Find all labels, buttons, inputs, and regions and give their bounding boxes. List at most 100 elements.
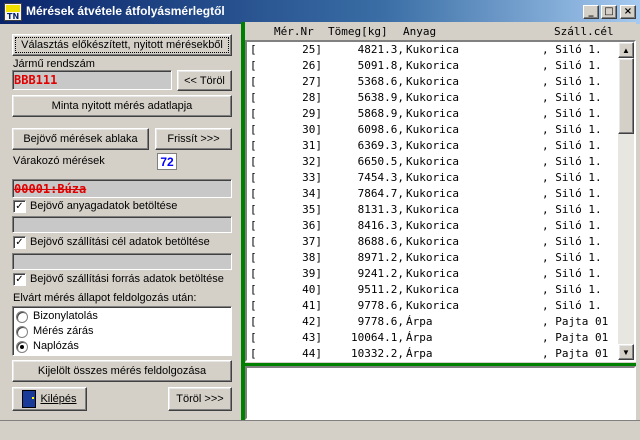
- row-material: Kukorica: [406, 43, 459, 56]
- list-row[interactable]: [39] 9241.2, Kukorica , Siló 1.: [248, 266, 618, 282]
- row-dest: , Siló 1.: [542, 219, 602, 232]
- radio-logging[interactable]: [16, 341, 28, 353]
- list-row[interactable]: [35] 8131.3, Kukorica , Siló 1.: [248, 202, 618, 218]
- row-nr: 36]: [302, 219, 322, 232]
- list-row[interactable]: [38] 8971.2, Kukorica , Siló 1.: [248, 250, 618, 266]
- list-row[interactable]: [40] 9511.2, Kukorica , Siló 1.: [248, 282, 618, 298]
- scroll-thumb[interactable]: [618, 58, 634, 134]
- source-load-label: Bejövő szállítási forrás adatok betöltés…: [30, 273, 224, 285]
- row-dest: , Siló 1.: [542, 91, 602, 104]
- waiting-label: Várakozó mérések: [13, 155, 105, 167]
- list-row[interactable]: [26] 5091.8, Kukorica , Siló 1.: [248, 58, 618, 74]
- refresh-button[interactable]: Frissít >>>: [155, 128, 232, 150]
- app-icon-text: TN: [7, 12, 20, 21]
- source-load-checkbox[interactable]: ✓: [13, 273, 26, 286]
- row-weight: 9241.2,: [357, 267, 404, 280]
- scroll-up-button[interactable]: ▲: [618, 42, 634, 58]
- clear-plate-button[interactable]: << Töröl: [177, 70, 232, 91]
- measurement-list[interactable]: [25] 4821.3, Kukorica, Siló 1.[26] 5091.8, K…: [248, 42, 618, 360]
- destination-load-checkbox[interactable]: ✓: [13, 236, 26, 249]
- plate-field[interactable]: BBB111: [12, 70, 172, 90]
- radio-invoice-label: Bizonylatolás: [33, 310, 98, 322]
- app-icon[interactable]: TN: [4, 3, 22, 21]
- row-dest: , Siló 1.: [542, 267, 602, 280]
- row-material: Kukorica: [406, 219, 459, 232]
- expected-state-label: Elvárt mérés állapot feldolgozás után:: [13, 292, 197, 304]
- header-dest: Száll.cél: [554, 25, 614, 38]
- exit-door-icon: [22, 390, 37, 408]
- row-nr: 34]: [302, 187, 322, 200]
- row-bracket: [: [250, 299, 257, 312]
- row-material: Árpa: [406, 347, 433, 360]
- select-open-measurements-button[interactable]: Választás előkészített, nyitott mérésekb…: [12, 34, 232, 56]
- row-material: Kukorica: [406, 139, 459, 152]
- row-bracket: [: [250, 235, 257, 248]
- list-row[interactable]: [27] 5368.6, Kukorica , Siló 1.: [248, 74, 618, 90]
- row-material: Kukorica: [406, 299, 459, 312]
- row-dest: , Siló 1.: [542, 107, 602, 120]
- header-nr: Mér.Nr: [274, 25, 314, 38]
- row-material: Kukorica: [406, 123, 459, 136]
- list-row[interactable]: [37] 8688.6, Kukorica , Siló 1.: [248, 234, 618, 250]
- window-title: Mérések átvétele átfolyásmérlegtől: [26, 4, 225, 18]
- radio-close-measurement[interactable]: [16, 326, 28, 338]
- delete-button[interactable]: Töröl >>>: [168, 387, 232, 411]
- row-weight: 10332.2,: [351, 347, 404, 360]
- maximize-button[interactable]: □: [601, 5, 617, 19]
- row-material: Kukorica: [406, 187, 459, 200]
- row-bracket: [: [250, 107, 257, 120]
- list-row[interactable]: [34] 7864.7, Kukorica , Siló 1.: [248, 186, 618, 202]
- row-nr: 39]: [302, 267, 322, 280]
- list-row[interactable]: [36] 8416.3, Kukorica , Siló 1.: [248, 218, 618, 234]
- list-row[interactable]: [29] 5868.9, Kukorica , Siló 1.: [248, 106, 618, 122]
- plate-label: Jármű rendszám: [13, 58, 95, 70]
- list-row[interactable]: [42] 9778.6, Árpa , Pajta 01: [248, 314, 618, 330]
- list-row[interactable]: [44] 10332.2, Árpa , Pajta 01: [248, 346, 618, 360]
- close-button[interactable]: ×: [620, 5, 636, 19]
- sample-datasheet-button[interactable]: Minta nyitott mérés adatlapja: [12, 95, 232, 117]
- row-material: Kukorica: [406, 59, 459, 72]
- row-dest: , Siló 1.: [542, 187, 602, 200]
- list-row[interactable]: [32] 6650.5, Kukorica , Siló 1.: [248, 154, 618, 170]
- row-bracket: [: [250, 139, 257, 152]
- row-material: Kukorica: [406, 171, 459, 184]
- list-row[interactable]: [43] 10064.1, Árpa , Pajta 01: [248, 330, 618, 346]
- row-nr: 30]: [302, 123, 322, 136]
- row-nr: 43]: [302, 331, 322, 344]
- row-bracket: [: [250, 267, 257, 280]
- row-dest: , Siló 1.: [542, 235, 602, 248]
- list-row[interactable]: [41] 9778.6, Kukorica , Siló 1.: [248, 298, 618, 314]
- row-weight: 6369.3,: [357, 139, 404, 152]
- list-row[interactable]: [31] 6369.3, Kukorica , Siló 1.: [248, 138, 618, 154]
- row-dest: , Siló 1.: [542, 203, 602, 216]
- material-field[interactable]: 00001:Búza: [12, 179, 232, 198]
- scroll-down-button[interactable]: ▼: [618, 344, 634, 360]
- row-weight: 6098.6,: [357, 123, 404, 136]
- material-load-checkbox[interactable]: ✓: [13, 200, 26, 213]
- row-weight: 7864.7,: [357, 187, 404, 200]
- list-row[interactable]: [25] 4821.3, Kukorica , Siló 1.: [248, 42, 618, 58]
- row-dest: , Siló 1.: [542, 283, 602, 296]
- row-dest: , Siló 1.: [542, 139, 602, 152]
- row-weight: 5368.6,: [357, 75, 404, 88]
- list-row[interactable]: [33] 7454.3, Kukorica , Siló 1.: [248, 170, 618, 186]
- row-nr: 31]: [302, 139, 322, 152]
- row-nr: 42]: [302, 315, 322, 328]
- row-weight: 9778.6,: [357, 299, 404, 312]
- row-weight: 4821.3,: [357, 43, 404, 56]
- exit-button[interactable]: Kilépés: [12, 387, 87, 411]
- row-weight: 5091.8,: [357, 59, 404, 72]
- row-dest: , Pajta 01: [542, 315, 609, 328]
- process-all-button[interactable]: Kijelölt összes mérés feldolgozása: [12, 360, 232, 382]
- material-value: 00001:Búza: [14, 182, 87, 196]
- incoming-window-button[interactable]: Bejövő mérések ablaka: [12, 128, 149, 150]
- radio-logging-label: Naplózás: [33, 340, 79, 352]
- row-weight: 8971.2,: [357, 251, 404, 264]
- minimize-button[interactable]: _: [583, 5, 599, 19]
- row-nr: 33]: [302, 171, 322, 184]
- list-row[interactable]: [28] 5638.9, Kukorica , Siló 1.: [248, 90, 618, 106]
- list-row[interactable]: [30] 6098.6, Kukorica , Siló 1.: [248, 122, 618, 138]
- radio-invoice[interactable]: [16, 311, 28, 323]
- log-area[interactable]: [245, 366, 636, 420]
- row-dest: , Siló 1.: [542, 251, 602, 264]
